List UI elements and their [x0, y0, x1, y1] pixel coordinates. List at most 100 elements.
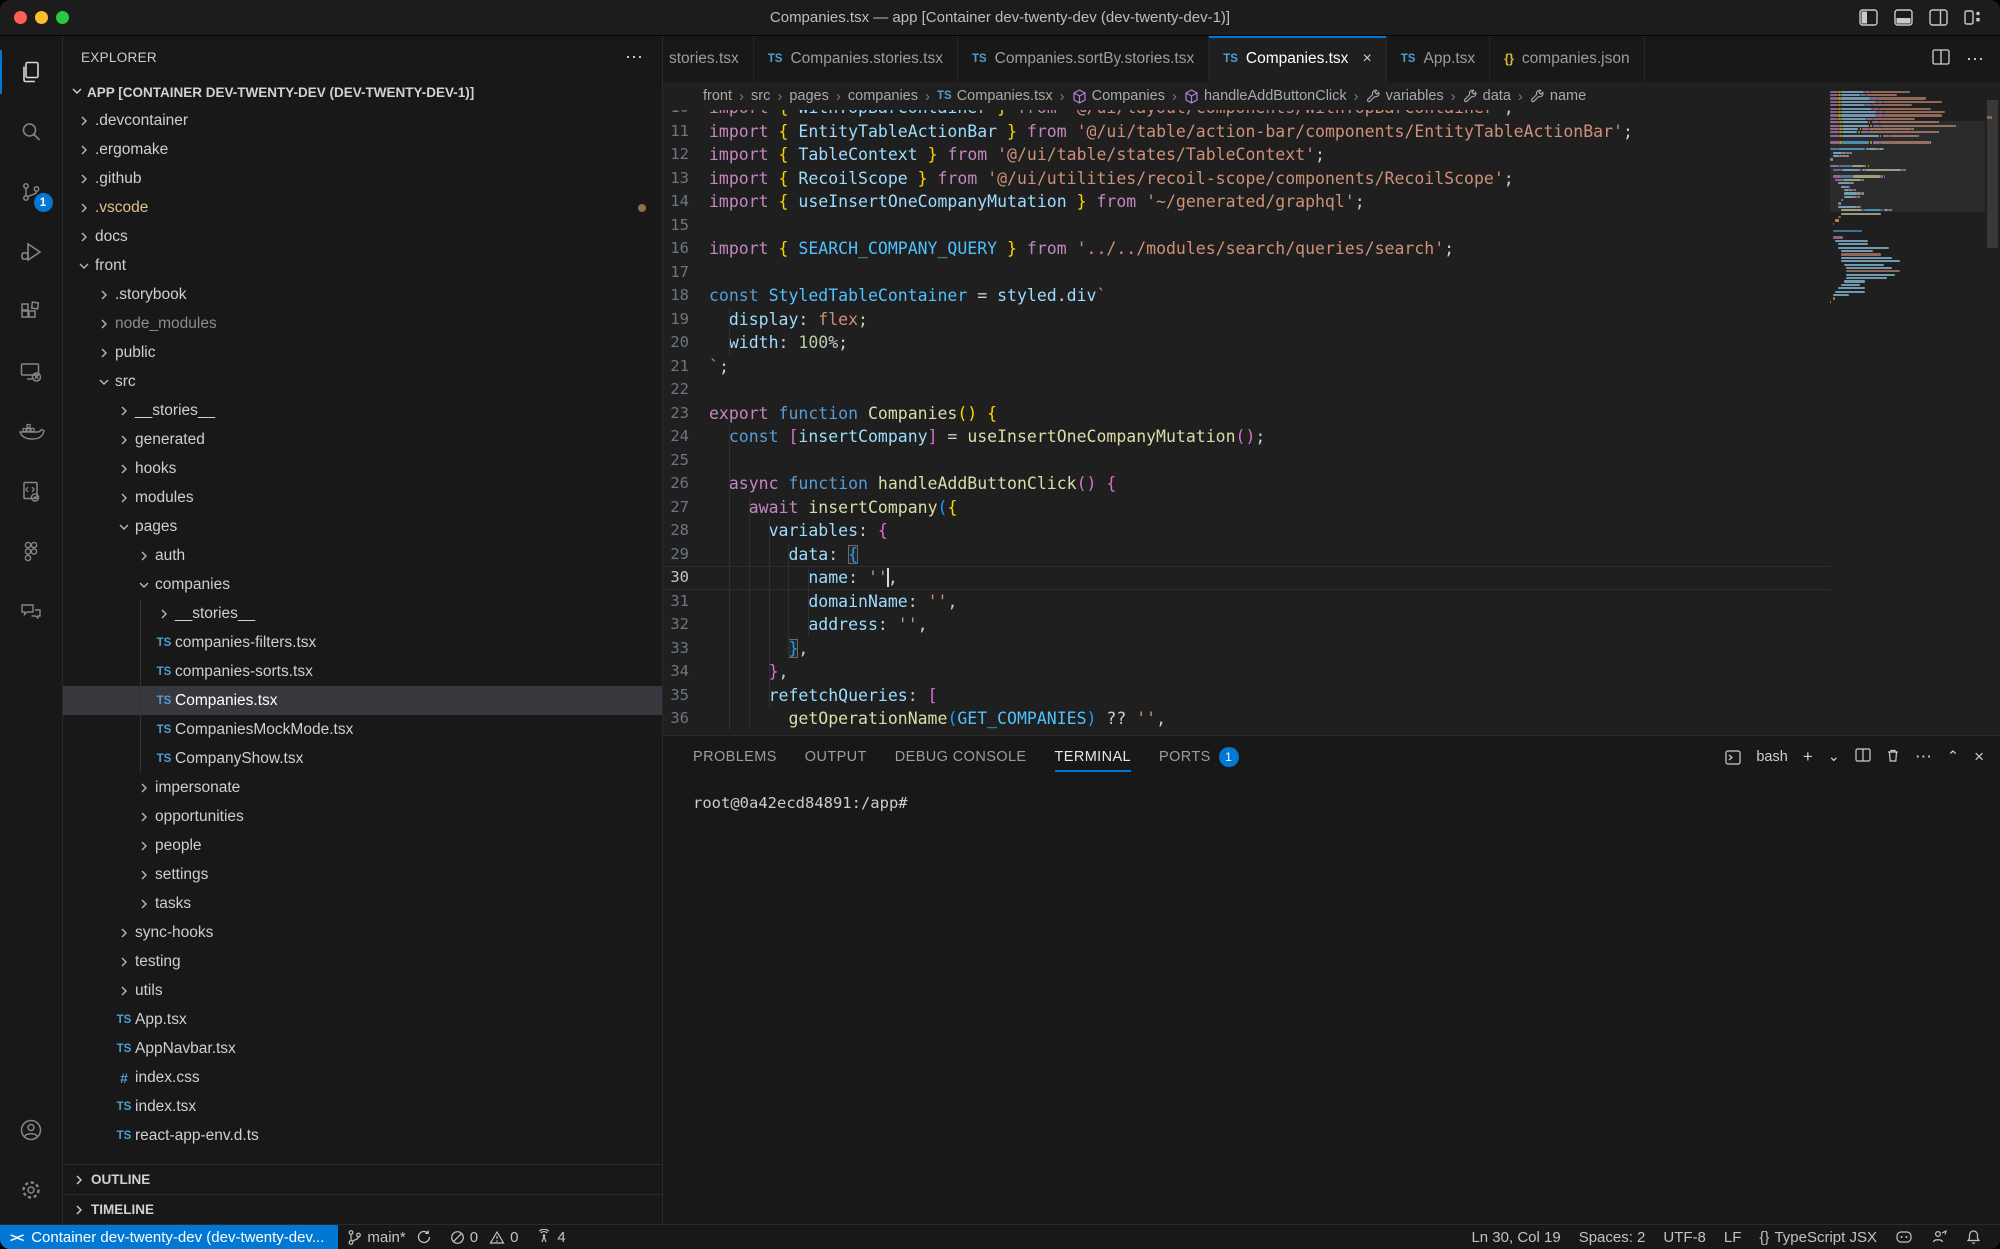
activity-docker-icon[interactable] [0, 402, 63, 462]
panel-tab-terminal[interactable]: TERMINAL [1055, 736, 1132, 778]
tree-folder-front[interactable]: front [63, 251, 662, 280]
tab-companies-tsx[interactable]: TSCompanies.tsx× [1209, 36, 1387, 82]
tab-companies-sortby-stories-tsx[interactable]: TSCompanies.sortBy.stories.tsx [958, 36, 1209, 82]
language-mode-item[interactable]: {} TypeScript JSX [1750, 1225, 1886, 1249]
tree-folder--vscode[interactable]: .vscode [63, 193, 662, 222]
activity-explorer-icon[interactable] [0, 42, 63, 102]
tree-folder--ergomake[interactable]: .ergomake [63, 135, 662, 164]
panel-tab-debug-console[interactable]: DEBUG CONSOLE [895, 736, 1027, 778]
tree-folder-generated[interactable]: generated [63, 425, 662, 454]
tree-file-companiesmockmode-tsx[interactable]: TSCompaniesMockMode.tsx [63, 715, 662, 744]
tree-file-index-tsx[interactable]: TSindex.tsx [63, 1092, 662, 1121]
minimap-viewport[interactable] [1830, 121, 1985, 213]
breadcrumb-item-name[interactable]: name [1530, 88, 1586, 104]
activity-account-icon[interactable] [0, 1100, 63, 1160]
close-tab-icon[interactable]: × [1362, 50, 1371, 68]
breadcrumb-item-variables[interactable]: variables [1366, 88, 1444, 104]
panel-more-actions-icon[interactable]: ⋯ [1915, 747, 1932, 767]
tree-folder-modules[interactable]: modules [63, 483, 662, 512]
breadcrumb-item-pages[interactable]: pages [789, 88, 829, 104]
encoding-item[interactable]: UTF-8 [1654, 1225, 1715, 1249]
tree-folder-opportunities[interactable]: opportunities [63, 802, 662, 831]
eol-item[interactable]: LF [1715, 1225, 1751, 1249]
tab-companies-json[interactable]: {}companies.json [1490, 36, 1644, 82]
tree-folder--devcontainer[interactable]: .devcontainer [63, 106, 662, 135]
tree-file-companies-sorts-tsx[interactable]: TScompanies-sorts.tsx [63, 657, 662, 686]
maximize-window-button[interactable] [56, 11, 69, 24]
activity-remote-explorer-icon[interactable] [0, 342, 63, 402]
tab-stories-tsx[interactable]: stories.tsx [663, 36, 754, 82]
tab-app-tsx[interactable]: TSApp.tsx [1387, 36, 1490, 82]
tree-file-companies-tsx[interactable]: TSCompanies.tsx [63, 686, 662, 715]
tree-file-app-tsx[interactable]: TSApp.tsx [63, 1005, 662, 1034]
more-editor-actions-icon[interactable]: ⋯ [1966, 49, 1984, 70]
activity-figma-icon[interactable] [0, 522, 63, 582]
toggle-panel-icon[interactable] [1894, 9, 1913, 26]
remote-indicator[interactable]: >< Container dev-twenty-dev (dev-twenty-… [0, 1225, 338, 1249]
split-terminal-icon[interactable] [1855, 748, 1871, 766]
tree-folder--stories-[interactable]: __stories__ [63, 396, 662, 425]
outline-section[interactable]: OUTLINE [63, 1164, 662, 1194]
scrollbar-thumb[interactable] [1987, 100, 1998, 248]
tree-folder-node-modules[interactable]: node_modules [63, 309, 662, 338]
tree-folder-docs[interactable]: docs [63, 222, 662, 251]
activity-search-icon[interactable] [0, 102, 63, 162]
launch-profile-chevron-icon[interactable]: ⌄ [1828, 749, 1840, 765]
panel-tab-output[interactable]: OUTPUT [805, 736, 867, 778]
tree-folder-testing[interactable]: testing [63, 947, 662, 976]
customize-layout-icon[interactable] [1964, 9, 1982, 26]
terminal-content[interactable]: root@0a42ecd84891:/app# [663, 778, 2000, 1224]
tree-file-companyshow-tsx[interactable]: TSCompanyShow.tsx [63, 744, 662, 773]
code-editor[interactable]: 10import { WithTopBarContainer } from '@… [663, 110, 1830, 735]
close-panel-icon[interactable]: × [1974, 747, 1984, 767]
copilot-item[interactable] [1886, 1225, 1922, 1249]
terminal-shell-label[interactable]: bash [1756, 749, 1787, 765]
breadcrumb-item-companies[interactable]: companies [848, 88, 918, 104]
tree-folder-utils[interactable]: utils [63, 976, 662, 1005]
activity-dev-containers-icon[interactable] [0, 462, 63, 522]
breadcrumb-item-src[interactable]: src [751, 88, 770, 104]
tree-folder-public[interactable]: public [63, 338, 662, 367]
tree-file-companies-filters-tsx[interactable]: TScompanies-filters.tsx [63, 628, 662, 657]
tree-folder-companies[interactable]: companies [63, 570, 662, 599]
tree-file-react-app-env-d-ts[interactable]: TSreact-app-env.d.ts [63, 1121, 662, 1150]
kill-terminal-icon[interactable] [1886, 748, 1900, 767]
workspace-section-header[interactable]: APP [CONTAINER DEV-TWENTY-DEV (DEV-TWENT… [63, 78, 662, 106]
tree-file-index-css[interactable]: #index.css [63, 1063, 662, 1092]
problems-item[interactable]: 0 0 [441, 1225, 528, 1249]
git-branch-item[interactable]: main* [338, 1225, 440, 1249]
breadcrumb-item-data[interactable]: data [1463, 88, 1511, 104]
breadcrumb-item-companies-tsx[interactable]: TSCompanies.tsx [937, 88, 1053, 104]
toggle-secondary-sidebar-icon[interactable] [1929, 9, 1948, 26]
activity-extensions-icon[interactable] [0, 282, 63, 342]
tree-folder--stories-[interactable]: __stories__ [63, 599, 662, 628]
notifications-bell-icon[interactable] [1957, 1225, 1990, 1249]
panel-tab-ports[interactable]: PORTS1 [1159, 736, 1239, 778]
new-terminal-icon[interactable]: + [1803, 747, 1813, 767]
tree-folder-tasks[interactable]: tasks [63, 889, 662, 918]
tree-folder-pages[interactable]: pages [63, 512, 662, 541]
breadcrumb-item-companies[interactable]: Companies [1072, 88, 1165, 104]
tree-folder--github[interactable]: .github [63, 164, 662, 193]
cursor-position-item[interactable]: Ln 30, Col 19 [1462, 1225, 1569, 1249]
tree-file-appnavbar-tsx[interactable]: TSAppNavbar.tsx [63, 1034, 662, 1063]
tree-folder--storybook[interactable]: .storybook [63, 280, 662, 309]
breadcrumb-item-handleaddbuttonclick[interactable]: handleAddButtonClick [1184, 88, 1347, 104]
maximize-panel-icon[interactable]: ⌃ [1947, 749, 1959, 765]
minimize-window-button[interactable] [35, 11, 48, 24]
tree-folder-sync-hooks[interactable]: sync-hooks [63, 918, 662, 947]
git-sync-icon[interactable] [416, 1229, 432, 1245]
indentation-item[interactable]: Spaces: 2 [1570, 1225, 1655, 1249]
timeline-section[interactable]: TIMELINE [63, 1194, 662, 1224]
panel-tab-problems[interactable]: PROBLEMS [693, 736, 777, 778]
activity-settings-icon[interactable] [0, 1160, 63, 1220]
feedback-item[interactable] [1922, 1225, 1957, 1249]
breadcrumb-item-front[interactable]: front [703, 88, 732, 104]
activity-comments-icon[interactable] [0, 582, 63, 642]
ports-item[interactable]: 4 [527, 1225, 574, 1249]
tree-folder-settings[interactable]: settings [63, 860, 662, 889]
tree-folder-src[interactable]: src [63, 367, 662, 396]
tree-folder-auth[interactable]: auth [63, 541, 662, 570]
tree-folder-impersonate[interactable]: impersonate [63, 773, 662, 802]
split-editor-icon[interactable] [1932, 49, 1950, 70]
